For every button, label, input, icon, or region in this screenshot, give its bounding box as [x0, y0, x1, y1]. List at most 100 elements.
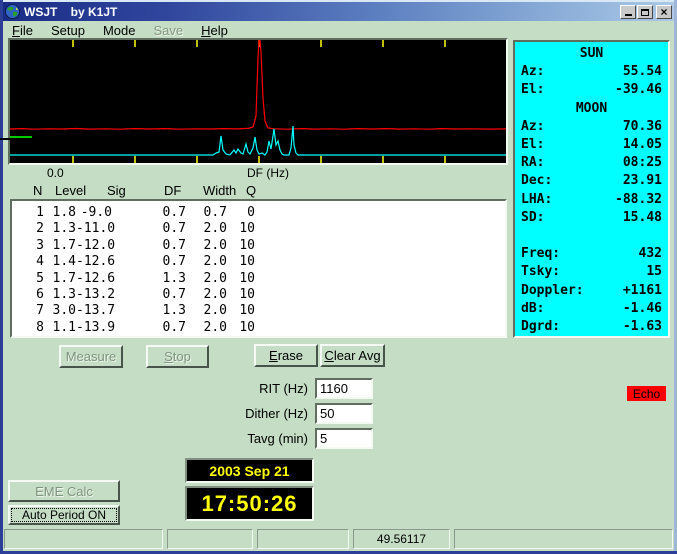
menu-file[interactable]: File: [3, 22, 42, 39]
table-row[interactable]: 41.4-12.60.72.010: [12, 254, 505, 270]
table-row[interactable]: 51.7-12.61.32.010: [12, 271, 505, 287]
astro-label: dB:: [521, 300, 544, 318]
astro-value: 14.05: [623, 136, 662, 154]
minimize-button[interactable]: [620, 5, 636, 19]
table-cell: 0.7: [186, 205, 227, 221]
astro-row-lha: LHA: -88.32: [521, 191, 662, 209]
astro-row-sd: SD:15.48: [521, 209, 662, 227]
table-row[interactable]: 21.3-11.00.72.010: [12, 221, 505, 237]
window-frame-left: [0, 0, 3, 554]
axis-df-label: DF (Hz): [247, 166, 289, 180]
astro-value: 15.48: [623, 209, 662, 227]
astro-value: +1161: [623, 282, 662, 300]
column-header-sig: Sig: [107, 183, 126, 198]
astro-row-db: dB: -1.46: [521, 300, 662, 318]
table-cell: 1.1: [44, 320, 76, 336]
current-trace: [10, 126, 506, 155]
table-cell: 2.0: [186, 254, 227, 270]
signal-table[interactable]: 11.8-9.00.70.7021.3-11.00.72.01031.7-12.…: [10, 199, 507, 338]
spectrum-traces: [10, 40, 506, 163]
table-cell: -13.7: [76, 303, 112, 319]
table-cell: 4: [12, 254, 44, 270]
rit-field-row: RIT (Hz): [200, 378, 677, 399]
menu-setup[interactable]: Setup: [42, 22, 94, 39]
table-cell: 1.4: [44, 254, 76, 270]
table-cell: 0.7: [112, 320, 186, 336]
table-cell: 2: [12, 221, 44, 237]
menu-help[interactable]: Help: [192, 22, 237, 39]
astro-row-dec: Dec:23.91: [521, 172, 662, 190]
dither-field-row: Dither (Hz): [200, 403, 677, 424]
dither-label: Dither (Hz): [188, 406, 308, 421]
stop-button[interactable]: Stop: [146, 345, 209, 368]
column-header-n: N: [33, 183, 42, 198]
table-cell: 3.0: [44, 303, 76, 319]
table-row[interactable]: 31.7-12.00.72.010: [12, 238, 505, 254]
table-cell: 7: [12, 303, 44, 319]
column-header-level: Level: [55, 183, 86, 198]
eme-calc-button[interactable]: EME Calc: [8, 480, 120, 502]
astro-label: Az:: [521, 63, 544, 81]
table-cell: 1.3: [44, 287, 76, 303]
tavg-input[interactable]: [315, 428, 373, 449]
astro-value: -88.32: [615, 191, 662, 209]
wsjt-window: WSJT by K1JT × FileSetupModeSaveHelp: [0, 0, 677, 554]
table-cell: 8: [12, 320, 44, 336]
table-cell: 2.0: [186, 238, 227, 254]
astro-label: Tsky:: [521, 263, 560, 281]
menu-mode[interactable]: Mode: [94, 22, 145, 39]
spectrum-plot[interactable]: [8, 38, 508, 165]
table-cell: 10: [227, 271, 255, 287]
table-cell: 0.7: [112, 221, 186, 237]
astro-value: -1.46: [623, 300, 662, 318]
table-cell: 1.7: [44, 271, 76, 287]
table-cell: 1.3: [112, 303, 186, 319]
maximize-button[interactable]: [637, 5, 653, 19]
title-bar[interactable]: WSJT by K1JT ×: [3, 2, 674, 21]
clear-avg-button[interactable]: Clear Avg: [320, 344, 385, 367]
table-cell: 1.7: [44, 238, 76, 254]
astro-label: RA:: [521, 154, 544, 172]
table-row[interactable]: 81.1-13.90.72.010: [12, 320, 505, 336]
table-cell: 1.8: [44, 205, 76, 221]
table-cell: 10: [227, 238, 255, 254]
window-title: WSJT by K1JT: [24, 5, 117, 19]
dither-input[interactable]: [315, 403, 373, 424]
auto-period-button[interactable]: Auto Period ON: [8, 505, 120, 525]
table-cell: 1.3: [112, 271, 186, 287]
table-row[interactable]: 73.0-13.71.32.010: [12, 303, 505, 319]
measure-button[interactable]: Measure: [59, 345, 123, 368]
astro-row-el: El:-39.46: [521, 81, 662, 99]
erase-button[interactable]: Erase: [254, 344, 318, 367]
axis-zero-label: 0.0: [47, 166, 64, 180]
average-trace: [10, 40, 506, 129]
astro-label: LHA:: [521, 191, 552, 209]
table-cell: 6: [12, 287, 44, 303]
astro-row-tsky: Tsky: 15: [521, 263, 662, 281]
table-cell: 10: [227, 221, 255, 237]
table-cell: 2.0: [186, 320, 227, 336]
tavg-label: Tavg (min): [188, 431, 308, 446]
table-cell: 10: [227, 287, 255, 303]
table-row[interactable]: 11.8-9.00.70.70: [12, 205, 505, 221]
column-header-q: Q: [246, 183, 256, 198]
signal-table-rows: 11.8-9.00.70.7021.3-11.00.72.01031.7-12.…: [12, 205, 505, 336]
table-cell: -13.2: [76, 287, 112, 303]
astro-label: El:: [521, 136, 544, 154]
table-cell: 2.0: [186, 271, 227, 287]
astro-spacer: [521, 227, 662, 245]
table-cell: -11.0: [76, 221, 112, 237]
astro-header-moon: MOON: [521, 100, 662, 118]
time-display: 17:50:26: [185, 486, 314, 521]
astro-value: 15: [646, 263, 662, 281]
close-button[interactable]: ×: [656, 5, 672, 19]
app-globe-icon: [5, 4, 20, 19]
table-cell: 2.0: [186, 303, 227, 319]
astro-value: -39.46: [615, 81, 662, 99]
astro-label: Doppler:: [521, 282, 584, 300]
statusbar-panel-4: 49.56117: [353, 529, 450, 549]
table-cell: 2.0: [186, 287, 227, 303]
rit-input[interactable]: [315, 378, 373, 399]
astro-row-freq: Freq:432: [521, 245, 662, 263]
table-row[interactable]: 61.3-13.20.72.010: [12, 287, 505, 303]
